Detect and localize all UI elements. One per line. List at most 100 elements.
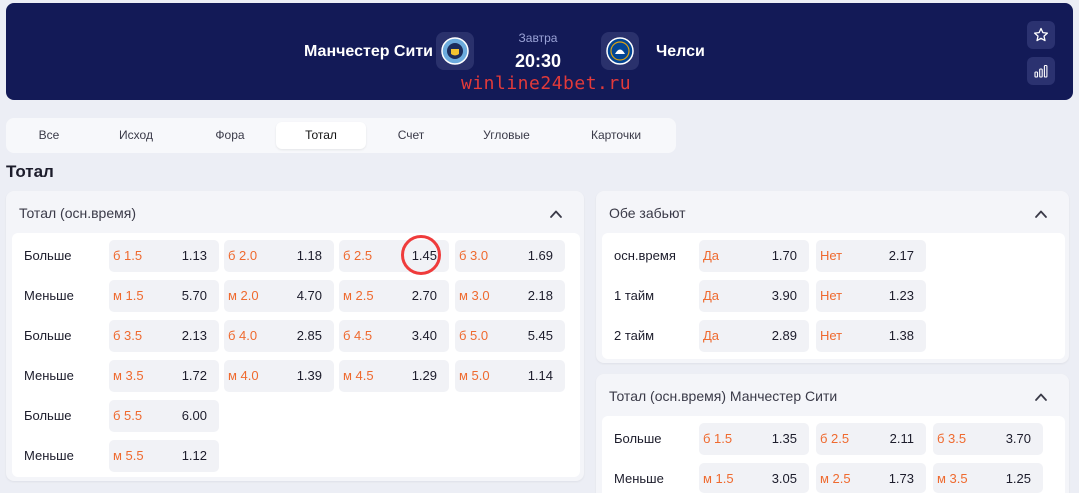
odds-value: 2.11 <box>889 431 914 446</box>
odds-cell[interactable]: м 5.5 1.12 <box>109 440 219 472</box>
btts-panel: Обе забьют осн.время Да 1.70 Нет 2.17 1 та… <box>596 191 1069 363</box>
statistics-button[interactable] <box>1027 57 1055 85</box>
odds-cell[interactable]: м 3.0 2.18 <box>455 280 565 312</box>
odds-value: 1.73 <box>888 471 914 486</box>
odds-cell[interactable]: м 2.5 1.73 <box>816 463 926 493</box>
tab-cards[interactable]: Карточки <box>566 122 666 149</box>
odds-cell[interactable]: б 5.5 6.00 <box>109 400 219 432</box>
odds-key: б 5.0 <box>459 328 489 343</box>
tab-handicap[interactable]: Фора <box>190 122 270 149</box>
odds-value: 3.90 <box>771 288 797 303</box>
odds-key: Нет <box>820 248 843 263</box>
odds-cell[interactable]: м 5.0 1.14 <box>455 360 565 392</box>
panel-title: Обе забьют <box>609 205 686 221</box>
odds-cell[interactable]: б 5.0 5.45 <box>455 320 565 352</box>
odds-key: б 4.0 <box>228 328 258 343</box>
odds-cell[interactable]: Нет 1.38 <box>816 320 926 352</box>
home-total-panel: Тотал (осн.время) Манчестер Сити Больше … <box>596 374 1069 493</box>
odds-cell[interactable]: м 4.0 1.39 <box>224 360 334 392</box>
market-tabs: Все Исход Фора Тотал Счет Угловые Карточ… <box>6 118 676 153</box>
total-panel: Тотал (осн.время) Больше б 1.5 1.13 б 2.0… <box>6 191 584 481</box>
odds-key: б 3.5 <box>937 431 967 446</box>
odds-value: 3.40 <box>411 328 437 343</box>
odds-value: 2.17 <box>888 248 914 263</box>
odds-cell[interactable]: Да 1.70 <box>699 240 809 272</box>
odds-cell[interactable]: Нет 1.23 <box>816 280 926 312</box>
odds-cell[interactable]: м 2.5 2.70 <box>339 280 449 312</box>
odds-cell[interactable]: б 4.0 2.85 <box>224 320 334 352</box>
odds-cell[interactable]: м 1.5 3.05 <box>699 463 809 493</box>
odds-value: 5.45 <box>527 328 553 343</box>
row-label: Больше <box>24 408 72 423</box>
row-label: 2 тайм <box>614 328 655 343</box>
odds-cell[interactable]: м 3.5 1.25 <box>933 463 1043 493</box>
row-label: Меньше <box>24 448 74 463</box>
chevron-up-icon <box>1035 210 1047 218</box>
odds-cell[interactable]: Да 3.90 <box>699 280 809 312</box>
odds-value: 1.25 <box>1005 471 1031 486</box>
tab-outcome[interactable]: Исход <box>96 122 176 149</box>
odds-value: 2.13 <box>181 328 207 343</box>
odds-key: м 1.5 <box>703 471 734 486</box>
odds-cell[interactable]: м 1.5 5.70 <box>109 280 219 312</box>
odds-key: б 2.0 <box>228 248 258 263</box>
row-label: Меньше <box>24 368 74 383</box>
odds-cell[interactable]: м 4.5 1.29 <box>339 360 449 392</box>
section-title: Тотал <box>6 162 54 181</box>
odds-cell[interactable]: б 1.5 1.13 <box>109 240 219 272</box>
star-icon <box>1033 27 1049 42</box>
odds-value: 1.18 <box>296 248 322 263</box>
tab-all[interactable]: Все <box>14 122 84 149</box>
odds-value: 1.14 <box>527 368 553 383</box>
panel-title: Тотал (осн.время) Манчестер Сити <box>609 388 838 404</box>
row-label: Меньше <box>24 288 74 303</box>
odds-value: 2.89 <box>771 328 797 343</box>
odds-key: м 3.0 <box>459 288 490 303</box>
odds-key: Да <box>703 288 720 303</box>
odds-key: м 2.5 <box>820 471 851 486</box>
odds-key: м 3.5 <box>937 471 968 486</box>
odds-cell[interactable]: б 4.5 3.40 <box>339 320 449 352</box>
favorite-button[interactable] <box>1027 21 1055 49</box>
odds-value: 1.23 <box>888 288 914 303</box>
odds-key: м 4.0 <box>228 368 259 383</box>
home-team-name[interactable]: Манчестер Сити <box>304 43 433 61</box>
odds-key: м 5.5 <box>113 448 144 463</box>
row-label: Больше <box>24 328 72 343</box>
chevron-up-icon <box>1035 393 1047 401</box>
odds-cell[interactable]: б 3.0 1.69 <box>455 240 565 272</box>
tab-score[interactable]: Счет <box>376 122 446 149</box>
odds-cell[interactable]: б 3.5 3.70 <box>933 423 1043 455</box>
total-panel-body: Больше б 1.5 1.13 б 2.0 1.18 б 2.5 1.45 б 3… <box>12 233 580 477</box>
odds-value: 1.72 <box>181 368 207 383</box>
collapse-button[interactable] <box>1031 387 1051 407</box>
odds-key: м 5.0 <box>459 368 490 383</box>
odds-cell[interactable]: б 3.5 2.13 <box>109 320 219 352</box>
odds-cell[interactable]: м 2.0 4.70 <box>224 280 334 312</box>
collapse-button[interactable] <box>1031 204 1051 224</box>
chevron-up-icon <box>550 210 562 218</box>
match-header: Манчестер Сити Завтра 20:30 Челси winlin… <box>6 3 1073 100</box>
odds-cell[interactable]: б 2.5 2.11 <box>816 423 926 455</box>
row-label: 1 тайм <box>614 288 655 303</box>
odds-key: б 4.5 <box>343 328 373 343</box>
odds-cell[interactable]: б 1.5 1.35 <box>699 423 809 455</box>
odds-cell[interactable]: Нет 2.17 <box>816 240 926 272</box>
tab-corners[interactable]: Угловые <box>464 122 549 149</box>
odds-key: м 2.5 <box>343 288 374 303</box>
odds-value: 6.00 <box>181 408 207 423</box>
away-team-name[interactable]: Челси <box>656 43 705 61</box>
odds-cell[interactable]: м 3.5 1.72 <box>109 360 219 392</box>
tab-total[interactable]: Тотал <box>276 122 366 149</box>
odds-cell[interactable]: б 2.5 1.45 <box>339 240 449 272</box>
odds-key: б 2.5 <box>343 248 373 263</box>
collapse-button[interactable] <box>546 204 566 224</box>
odds-cell[interactable]: б 2.0 1.18 <box>224 240 334 272</box>
odds-value: 2.18 <box>527 288 553 303</box>
odds-key: б 5.5 <box>113 408 143 423</box>
odds-cell[interactable]: Да 2.89 <box>699 320 809 352</box>
watermark: winline24bet.ru <box>461 73 632 94</box>
odds-key: м 1.5 <box>113 288 144 303</box>
odds-value: 1.39 <box>296 368 322 383</box>
odds-value: 1.29 <box>411 368 437 383</box>
